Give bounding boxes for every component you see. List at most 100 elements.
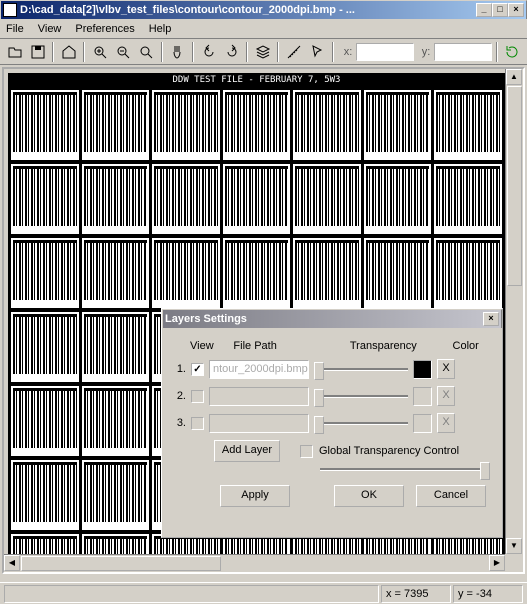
dialog-title: Layers Settings [165, 313, 483, 325]
menu-help[interactable]: Help [149, 23, 172, 35]
add-layer-button[interactable]: Add Layer [214, 440, 280, 462]
file-path-input-2[interactable] [209, 387, 309, 406]
global-transparency-label: Global Transparency Control [319, 445, 459, 457]
status-main [4, 585, 379, 603]
global-transparency-slider[interactable] [320, 468, 490, 471]
header-transparency: Transparency [350, 340, 453, 352]
scroll-up-icon[interactable]: ▲ [506, 69, 522, 85]
refresh-icon[interactable] [502, 41, 523, 63]
scroll-corner [505, 554, 523, 572]
rotate-right-icon[interactable] [221, 41, 242, 63]
zoom-out-icon[interactable] [113, 41, 134, 63]
transparency-slider-1[interactable] [314, 368, 408, 371]
separator [246, 42, 248, 62]
barcode-cell [82, 312, 150, 382]
pan-icon[interactable] [167, 41, 188, 63]
minimize-button[interactable]: _ [476, 3, 492, 17]
barcode-cell [434, 90, 502, 160]
transparency-slider-2[interactable] [314, 395, 408, 398]
row-number: 1. [172, 363, 186, 375]
separator [161, 42, 163, 62]
menubar: File View Preferences Help [0, 19, 527, 39]
coord-y-box [434, 43, 492, 61]
barcode-cell [293, 164, 361, 234]
rotate-left-icon[interactable] [198, 41, 219, 63]
app-icon [3, 3, 17, 17]
apply-button[interactable]: Apply [220, 485, 290, 507]
maximize-button[interactable]: □ [492, 3, 508, 17]
window-title: D:\cad_data[2]\vlbv_test_files\contour\c… [20, 4, 476, 16]
file-path-input-1[interactable]: ntour_2000dpi.bmp [209, 360, 309, 379]
row-number: 2. [172, 390, 186, 402]
home-icon[interactable] [58, 41, 79, 63]
dialog-headers: View File Path Transparency Color [172, 340, 492, 352]
scrollbar-vertical[interactable]: ▲ ▼ [505, 69, 523, 554]
header-view: View [190, 340, 233, 352]
scrollbar-horizontal[interactable]: ◀ ▶ [4, 554, 505, 572]
barcode-cell [82, 386, 150, 456]
global-transparency-checkbox[interactable] [300, 445, 313, 458]
scroll-right-icon[interactable]: ▶ [489, 555, 505, 571]
canvas-header-text: DDW TEST FILE - FEBRUARY 7, 5W3 [8, 73, 505, 87]
barcode-cell [223, 90, 291, 160]
remove-layer-button-1[interactable]: X [437, 359, 455, 379]
separator [277, 42, 279, 62]
layer-row-1: 1. ✓ ntour_2000dpi.bmp X [172, 358, 492, 380]
barcode-cell [293, 238, 361, 308]
zoom-in-icon[interactable] [89, 41, 110, 63]
barcode-cell [82, 164, 150, 234]
file-path-input-3[interactable] [209, 414, 309, 433]
view-checkbox-1[interactable]: ✓ [191, 363, 204, 376]
separator [192, 42, 194, 62]
view-checkbox-2[interactable] [191, 390, 204, 403]
header-path: File Path [233, 340, 349, 352]
barcode-cell [11, 460, 79, 530]
ok-button[interactable]: OK [334, 485, 404, 507]
titlebar: D:\cad_data[2]\vlbv_test_files\contour\c… [0, 0, 527, 19]
barcode-cell [11, 386, 79, 456]
select-icon[interactable] [307, 41, 328, 63]
barcode-cell [223, 238, 291, 308]
separator [496, 42, 498, 62]
barcode-cell [82, 460, 150, 530]
measure-icon[interactable] [283, 41, 304, 63]
scroll-thumb-v[interactable] [507, 86, 522, 286]
open-icon[interactable] [4, 41, 25, 63]
dialog-titlebar[interactable]: Layers Settings × [162, 309, 502, 328]
barcode-cell [434, 164, 502, 234]
remove-layer-button-3: X [437, 413, 455, 433]
barcode-cell [11, 164, 79, 234]
barcode-cell [152, 90, 220, 160]
color-swatch-1[interactable] [413, 360, 432, 379]
menu-file[interactable]: File [6, 23, 24, 35]
dialog-close-button[interactable]: × [483, 312, 499, 326]
barcode-cell [82, 90, 150, 160]
close-button[interactable]: × [508, 3, 524, 17]
scroll-thumb-h[interactable] [21, 556, 221, 571]
layers-icon[interactable] [252, 41, 273, 63]
save-icon[interactable] [27, 41, 48, 63]
remove-layer-button-2: X [437, 386, 455, 406]
layer-row-2: 2. X [172, 385, 492, 407]
cancel-button[interactable]: Cancel [416, 485, 486, 507]
zoom-fit-icon[interactable] [136, 41, 157, 63]
menu-view[interactable]: View [38, 23, 62, 35]
separator [332, 42, 334, 62]
coord-x-box [356, 43, 414, 61]
menu-preferences[interactable]: Preferences [75, 23, 134, 35]
status-x: x = 7395 [381, 585, 451, 603]
barcode-cell [82, 534, 150, 554]
barcode-cell [11, 312, 79, 382]
scroll-down-icon[interactable]: ▼ [506, 538, 522, 554]
row-number: 3. [172, 417, 186, 429]
barcode-cell [82, 238, 150, 308]
transparency-slider-3[interactable] [314, 422, 408, 425]
barcode-cell [152, 164, 220, 234]
coord-x-label: x: [344, 46, 353, 58]
barcode-cell [11, 90, 79, 160]
barcode-cell [434, 238, 502, 308]
view-checkbox-3[interactable] [191, 417, 204, 430]
scroll-left-icon[interactable]: ◀ [4, 555, 20, 571]
coord-y-label: y: [422, 46, 431, 58]
color-swatch-2 [413, 387, 432, 406]
